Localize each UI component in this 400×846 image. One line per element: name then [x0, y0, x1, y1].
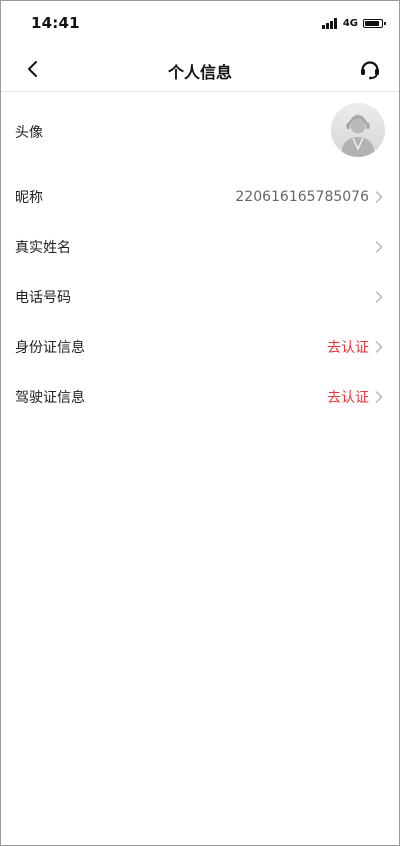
row-right: 去认证	[327, 337, 383, 357]
chevron-right-icon	[375, 241, 383, 253]
chevron-right-icon	[375, 341, 383, 353]
default-avatar-icon	[331, 103, 385, 157]
verify-link[interactable]: 去认证	[327, 387, 369, 407]
status-bar: 14:41 4G	[1, 1, 399, 45]
customer-service-icon	[361, 61, 379, 80]
page-title: 个人信息	[167, 63, 232, 82]
row-label: 昵称	[15, 190, 43, 206]
profile-list: 头像 昵称 220616165785076 真实姓名 电话号码 身份证信息 去认…	[1, 92, 399, 422]
status-time: 14:41	[31, 14, 80, 32]
verify-link[interactable]: 去认证	[327, 337, 369, 357]
row-label: 真实姓名	[15, 240, 71, 256]
row-label: 驾驶证信息	[15, 390, 85, 406]
row-label: 头像	[15, 125, 43, 141]
row-right	[369, 241, 383, 253]
customer-service-button[interactable]	[357, 56, 383, 82]
row-right: 220616165785076	[235, 189, 383, 205]
battery-icon	[363, 18, 386, 28]
signal-icon	[321, 17, 338, 29]
row-id-card-info[interactable]: 身份证信息 去认证	[1, 322, 399, 372]
avatar[interactable]	[331, 103, 385, 157]
nickname-value: 220616165785076	[235, 189, 369, 205]
nav-bar: 个人信息	[1, 45, 399, 92]
row-phone-number[interactable]: 电话号码	[1, 272, 399, 322]
network-type: 4G	[342, 17, 358, 29]
row-label: 电话号码	[15, 290, 71, 306]
row-right	[369, 291, 383, 303]
battery-fill	[365, 20, 379, 26]
status-indicators: 4G	[321, 15, 386, 31]
row-real-name[interactable]: 真实姓名	[1, 222, 399, 272]
row-label: 身份证信息	[15, 340, 85, 356]
chevron-right-icon	[375, 391, 383, 403]
row-avatar[interactable]: 头像	[1, 92, 399, 172]
chevron-right-icon	[375, 291, 383, 303]
row-right: 去认证	[327, 387, 383, 407]
chevron-right-icon	[375, 191, 383, 203]
row-driver-license-info[interactable]: 驾驶证信息 去认证	[1, 372, 399, 422]
row-nickname[interactable]: 昵称 220616165785076	[1, 172, 399, 222]
